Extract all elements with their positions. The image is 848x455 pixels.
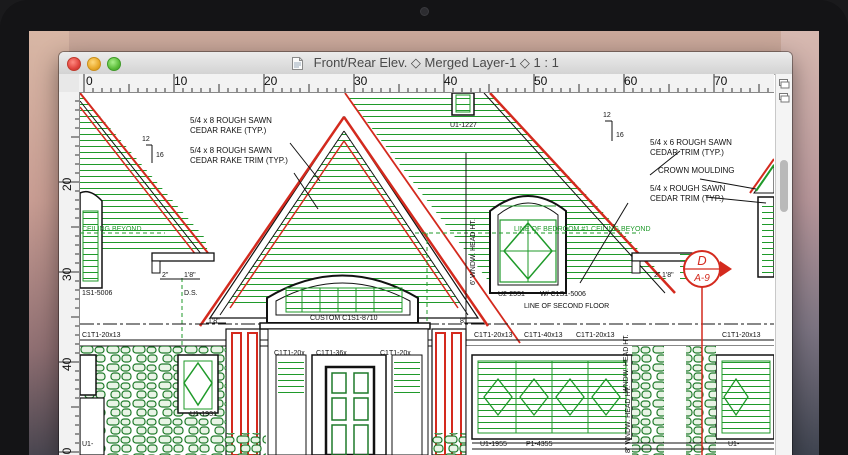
ruler-label: 20 bbox=[60, 177, 74, 191]
note-trim-r3: 5/4 x ROUGH SAWN bbox=[650, 184, 725, 193]
right-lower-facade bbox=[466, 346, 774, 455]
label-c1t1-b: C1T1-20x13 bbox=[474, 332, 513, 339]
ruler-label: 10 bbox=[174, 74, 188, 88]
callout-letter: D bbox=[697, 253, 706, 268]
right-small-gable bbox=[749, 158, 774, 278]
monitor-bezel: Front/Rear Elev. ◇ Merged Layer-1 ◇ 1 : … bbox=[0, 0, 848, 455]
label-c1t1-e: C1T1-20x13 bbox=[722, 332, 761, 339]
note-line-bedroom: LINE OF BEDROOM #1 CEILING BEYOND bbox=[514, 226, 651, 233]
dim-1-8-c: 1'8" bbox=[208, 318, 220, 325]
ruler-label: 0 bbox=[86, 74, 93, 88]
vertical-ruler[interactable]: 20 30 40 50 bbox=[59, 92, 80, 455]
window-title-area: Front/Rear Elev. ◇ Merged Layer-1 ◇ 1 : … bbox=[59, 52, 792, 74]
note-rake-2: CEDAR RAKE (TYP.) bbox=[190, 126, 267, 135]
ruler-label: 70 bbox=[714, 74, 728, 88]
vertical-scrollbar[interactable] bbox=[775, 74, 792, 455]
pitch-a-side: 16 bbox=[156, 152, 164, 159]
pitch-a-top: 12 bbox=[142, 136, 150, 143]
ruler-label: 20 bbox=[264, 74, 278, 88]
drawing-canvas[interactable]: D A-9 5/4 x 8 ROUGH SAWN CEDAR RAKE (TYP… bbox=[80, 93, 774, 455]
note-rake-trim-1: 5/4 x 8 ROUGH SAWN bbox=[190, 146, 272, 155]
label-c1t1-a: C1T1-20x13 bbox=[82, 332, 121, 339]
page-down-icon[interactable] bbox=[778, 92, 790, 104]
ruler-corner[interactable] bbox=[59, 74, 80, 93]
label-u1-1227: U1-1227 bbox=[450, 122, 477, 129]
label-custom-top: CUSTOM C1S1-8710 bbox=[310, 315, 378, 322]
note-wndw-head-2: 8" WNDW. HEAD HT. bbox=[625, 386, 632, 453]
note-wndw-head: 6' WNDW. HEAD HT. bbox=[470, 219, 477, 285]
label-1s1: 1S1-5006 bbox=[82, 290, 112, 297]
label-u1-b: U1- bbox=[728, 441, 740, 448]
note-ceiling-beyond: CEILING BEYOND bbox=[82, 226, 142, 233]
dim-2: 2" bbox=[162, 272, 169, 279]
label-p1-4355: P1-4355 bbox=[526, 441, 553, 448]
label-w-c1s1: W/ C1S1-5006 bbox=[540, 291, 586, 298]
dim-2-b: 2" bbox=[654, 272, 661, 279]
ruler-label: 60 bbox=[624, 74, 638, 88]
label-u1-a: U1- bbox=[82, 441, 94, 448]
label-c1t1-c: C1T1-40x13 bbox=[524, 332, 563, 339]
pitch-b-side: 16 bbox=[616, 132, 624, 139]
document-icon bbox=[292, 56, 304, 70]
dim-1-8-b: 1'8" bbox=[662, 272, 674, 279]
label-c1t1-f: C1T1-20x bbox=[274, 350, 305, 357]
note-crown: CROWN MOULDING bbox=[658, 166, 734, 175]
left-lower-facade bbox=[80, 346, 226, 455]
window-titlebar[interactable]: Front/Rear Elev. ◇ Merged Layer-1 ◇ 1 : … bbox=[59, 52, 792, 75]
arched-upper-window bbox=[489, 195, 567, 294]
note-trim-r2: CEDAR TRIM (TYP.) bbox=[650, 148, 724, 157]
label-u1-1931: U1-1931 bbox=[190, 411, 217, 418]
ruler-label: 40 bbox=[60, 357, 74, 371]
label-u2: U2-2551 bbox=[498, 291, 525, 298]
ruler-label: 40 bbox=[444, 74, 458, 88]
horizontal-ruler[interactable]: 0 10 20 30 40 50 60 70 bbox=[79, 74, 774, 93]
desktop-screen: Front/Rear Elev. ◇ Merged Layer-1 ◇ 1 : … bbox=[29, 31, 819, 455]
callout-sheet: A-9 bbox=[693, 273, 710, 284]
pitch-b-top: 12 bbox=[603, 112, 611, 119]
label-ds: D.S. bbox=[184, 290, 198, 297]
note-rake-1: 5/4 x 8 ROUGH SAWN bbox=[190, 116, 272, 125]
note-rake-trim-2: CEDAR RAKE TRIM (TYP.) bbox=[190, 156, 288, 165]
label-c1t1-d: C1T1-20x13 bbox=[576, 332, 615, 339]
left-window bbox=[80, 190, 103, 289]
ruler-label: 30 bbox=[60, 267, 74, 281]
ruler-label: 50 bbox=[534, 74, 548, 88]
document-window: Front/Rear Elev. ◇ Merged Layer-1 ◇ 1 : … bbox=[59, 52, 792, 455]
entry-door-area bbox=[267, 328, 429, 455]
ruler-label: 50 bbox=[60, 447, 74, 455]
note-wndw-head-3: WNDW. HEAD HT. bbox=[623, 334, 630, 393]
label-c1t1-h: C1T1-20x bbox=[380, 350, 411, 357]
attic-vent-window bbox=[451, 93, 475, 116]
note-trim-r1: 5/4 x 6 ROUGH SAWN bbox=[650, 138, 732, 147]
label-line-second: LINE OF SECOND FLOOR bbox=[524, 303, 609, 310]
label-u1-1955: U1-1955 bbox=[480, 441, 507, 448]
elevation-drawing: D A-9 5/4 x 8 ROUGH SAWN CEDAR RAKE (TYP… bbox=[80, 93, 774, 455]
dim-8: 8" bbox=[460, 318, 467, 325]
label-c1t1-g: C1T1-36x bbox=[316, 350, 347, 357]
webcam bbox=[420, 7, 429, 16]
ruler-label: 30 bbox=[354, 74, 368, 88]
page-up-icon[interactable] bbox=[778, 78, 790, 90]
window-title: Front/Rear Elev. ◇ Merged Layer-1 ◇ 1 : … bbox=[313, 55, 559, 70]
dim-1-8-a: 1'8" bbox=[184, 272, 196, 279]
note-trim-r4: CEDAR TRIM (TYP.) bbox=[650, 194, 724, 203]
vertical-scroll-thumb[interactable] bbox=[780, 160, 788, 212]
